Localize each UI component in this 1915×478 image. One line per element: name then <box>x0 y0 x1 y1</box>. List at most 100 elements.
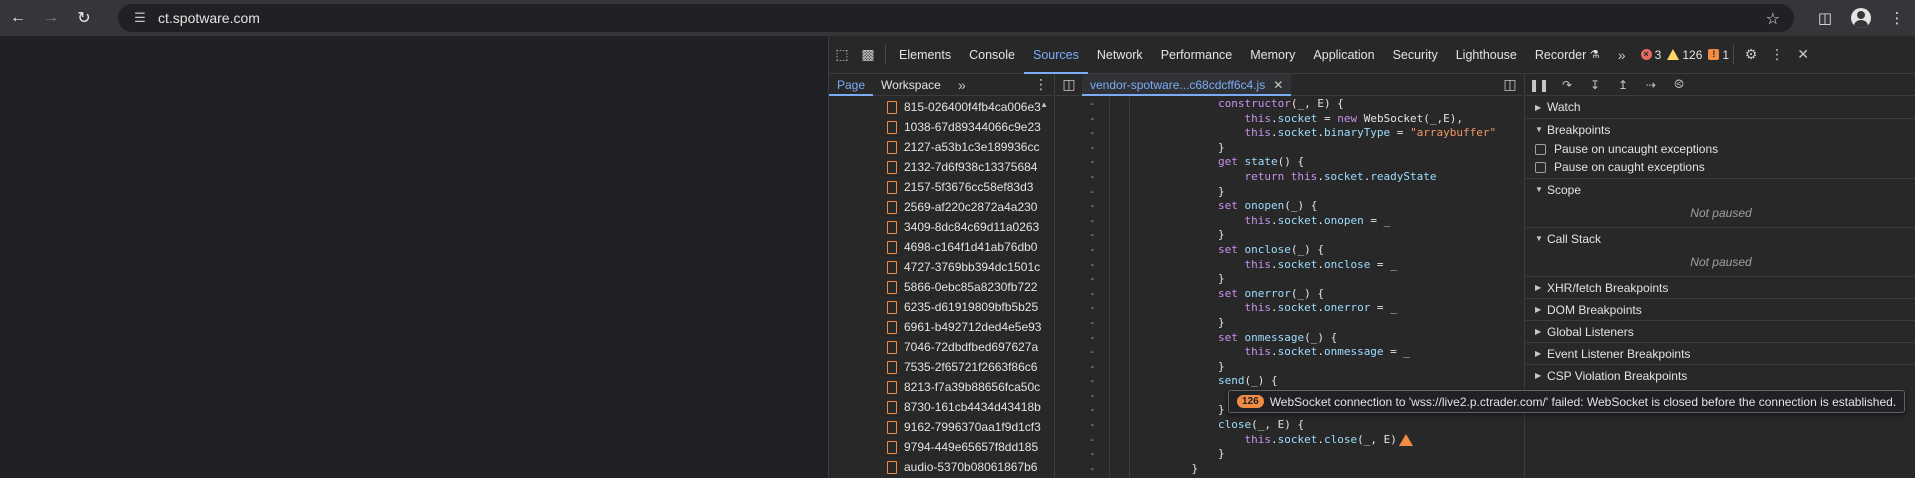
gutter-marker[interactable]: - <box>1056 301 1109 316</box>
code-line[interactable]: this.socket.onmessage = _ <box>1112 345 1522 360</box>
gutter-marker[interactable]: - <box>1056 433 1109 448</box>
gutter-marker[interactable]: - <box>1056 287 1109 302</box>
tab-sources[interactable]: Sources <box>1023 36 1088 74</box>
settings-button[interactable]: ⚙ <box>1738 36 1764 74</box>
file-item[interactable]: 2569-af220c2872a4a230 <box>829 197 1051 217</box>
code-line[interactable]: get state() { <box>1112 155 1522 170</box>
file-item[interactable]: 5866-0ebc85a8230fb722 <box>829 277 1051 297</box>
gutter-marker[interactable]: - <box>1056 360 1109 375</box>
warnings-badge[interactable]: 126 <box>1667 48 1702 62</box>
pause-caught-row[interactable]: Pause on caught exceptions <box>1525 158 1915 176</box>
code-line[interactable]: set onopen(_) { <box>1112 199 1522 214</box>
tab-security[interactable]: Security <box>1384 36 1447 74</box>
tab-memory[interactable]: Memory <box>1241 36 1304 74</box>
gutter-marker[interactable]: - <box>1056 374 1109 389</box>
code-line[interactable]: } <box>1112 316 1522 331</box>
csp-violation-breakpoints-section[interactable]: ▶ CSP Violation Breakpoints <box>1525 364 1915 386</box>
gutter-marker[interactable]: - <box>1056 214 1109 229</box>
code-line[interactable]: close(_, E) { <box>1112 418 1522 433</box>
gutter-marker[interactable]: - <box>1056 447 1109 462</box>
step-into-button[interactable]: ↧ <box>1581 74 1609 96</box>
toggle-navigator-button[interactable]: ◫ <box>1056 74 1082 96</box>
tab-elements[interactable]: Elements <box>890 36 960 74</box>
xhr-breakpoints-header[interactable]: ▶ XHR/fetch Breakpoints <box>1525 276 1915 298</box>
customize-devtools-button[interactable]: ⋮ <box>1764 36 1790 74</box>
scope-header[interactable]: ▼ Scope <box>1525 178 1915 200</box>
gutter-marker[interactable]: - <box>1056 155 1109 170</box>
file-item[interactable]: 7046-72dbdfbed697627a <box>829 337 1051 357</box>
close-devtools-button[interactable]: ✕ <box>1790 36 1816 74</box>
pause-uncaught-checkbox[interactable] <box>1535 143 1546 155</box>
code-line[interactable]: this.socket.onerror = _ <box>1112 301 1522 316</box>
step-over-button[interactable]: ↷ <box>1553 74 1581 96</box>
deactivate-breakpoints-button[interactable]: ⧀ <box>1665 74 1693 96</box>
tab-console[interactable]: Console <box>960 36 1024 74</box>
gutter-marker[interactable]: - <box>1056 243 1109 258</box>
file-item[interactable]: 2157-5f3676cc58ef83d3 <box>829 177 1051 197</box>
file-item[interactable]: 2132-7d6f938c13375684 <box>829 157 1051 177</box>
more-tabs-button[interactable]: » <box>1609 36 1635 74</box>
tab-page[interactable]: Page <box>829 74 874 96</box>
file-item[interactable]: 9162-7996370aa1f9d1cf3 <box>829 417 1051 437</box>
gutter-marker[interactable]: - <box>1056 185 1109 200</box>
code-line[interactable]: set onmessage(_) { <box>1112 331 1522 346</box>
gutter-marker[interactable]: - <box>1056 316 1109 331</box>
code-line[interactable]: return this.socket.readyState <box>1112 170 1522 185</box>
file-item[interactable]: 1038-67d89344066c9e23 <box>829 117 1051 137</box>
toggle-debugger-button[interactable]: ◫ <box>1497 74 1523 96</box>
tab-network[interactable]: Network <box>1088 36 1152 74</box>
global-listeners-section[interactable]: ▶ Global Listeners <box>1525 320 1915 342</box>
file-item[interactable]: 3409-8dc84c69d11a0263 <box>829 217 1051 237</box>
code-line[interactable]: } <box>1112 272 1522 287</box>
file-item[interactable]: 8730-161cb4434d43418b <box>829 397 1051 417</box>
side-panel-button[interactable]: ◫ <box>1807 0 1843 36</box>
code-line[interactable]: set onerror(_) { <box>1112 287 1522 302</box>
gutter-marker[interactable]: - <box>1056 112 1109 127</box>
dom-breakpoints-header[interactable]: ▶ DOM Breakpoints <box>1525 298 1915 320</box>
file-item[interactable]: 7535-2f65721f2663f86c6 <box>829 357 1051 377</box>
step-out-button[interactable]: ↥ <box>1609 74 1637 96</box>
code-lines[interactable]: constructor(_, E) { this.socket = new We… <box>1112 97 1522 478</box>
gutter-marker[interactable]: - <box>1056 462 1109 477</box>
breakpoints-header[interactable]: ▼ Breakpoints <box>1525 118 1915 140</box>
address-bar[interactable]: ☰ ct.spotware.com ☆ <box>118 4 1794 32</box>
code-line[interactable]: this.socket = new WebSocket(_,E), <box>1112 112 1522 127</box>
gutter-marker[interactable]: - <box>1056 199 1109 214</box>
bookmark-star-icon[interactable]: ☆ <box>1766 9 1780 29</box>
gutter-marker[interactable]: - <box>1056 418 1109 433</box>
gutter-marker[interactable]: - <box>1056 141 1109 156</box>
file-item[interactable]: 6235-d61919809bfb5b25 <box>829 297 1051 317</box>
xhr-breakpoints-section[interactable]: ▶ XHR/fetch Breakpoints <box>1525 276 1915 298</box>
inspect-element-button[interactable]: ⬚ <box>829 36 855 74</box>
gutter-marker[interactable]: - <box>1056 272 1109 287</box>
more-navigator-tabs-button[interactable]: » <box>949 74 975 96</box>
warning-icon[interactable] <box>1398 433 1413 446</box>
close-tab-icon[interactable]: ✕ <box>1273 78 1283 92</box>
file-item[interactable]: 4727-3769bb394dc1501c <box>829 257 1051 277</box>
call-stack-header[interactable]: ▼ Call Stack <box>1525 227 1915 249</box>
code-line[interactable]: } <box>1112 141 1522 156</box>
csp-violation-breakpoints-header[interactable]: ▶ CSP Violation Breakpoints <box>1525 364 1915 386</box>
url-text[interactable]: ct.spotware.com <box>158 10 260 26</box>
code-line[interactable]: set onclose(_) { <box>1112 243 1522 258</box>
tab-workspace[interactable]: Workspace <box>873 74 949 96</box>
tab-lighthouse[interactable]: Lighthouse <box>1447 36 1526 74</box>
tab-application[interactable]: Application <box>1304 36 1383 74</box>
gutter-marker[interactable]: - <box>1056 389 1109 404</box>
code-line[interactable]: send(_) { <box>1112 374 1522 389</box>
gutter-marker[interactable]: - <box>1056 228 1109 243</box>
profile-button[interactable] <box>1843 0 1879 36</box>
file-item[interactable]: audio-5370b08061867b6 <box>829 457 1051 477</box>
global-listeners-header[interactable]: ▶ Global Listeners <box>1525 320 1915 342</box>
file-item[interactable]: 815-026400f4fb4ca006e3 <box>829 97 1051 117</box>
code-line[interactable]: } <box>1112 185 1522 200</box>
file-item[interactable]: 4698-c164f1d41ab76db0 <box>829 237 1051 257</box>
issues-badge[interactable]: ! 1 <box>1708 48 1729 62</box>
gutter-marker[interactable]: - <box>1056 126 1109 141</box>
pause-button[interactable]: ❚❚ <box>1525 74 1553 96</box>
event-listener-breakpoints-section[interactable]: ▶ Event Listener Breakpoints <box>1525 342 1915 364</box>
code-line[interactable]: } <box>1112 447 1522 462</box>
file-item[interactable]: 6961-b492712ded4e5e93 <box>829 317 1051 337</box>
pause-caught-checkbox[interactable] <box>1535 161 1546 173</box>
gutter-marker[interactable]: - <box>1056 345 1109 360</box>
